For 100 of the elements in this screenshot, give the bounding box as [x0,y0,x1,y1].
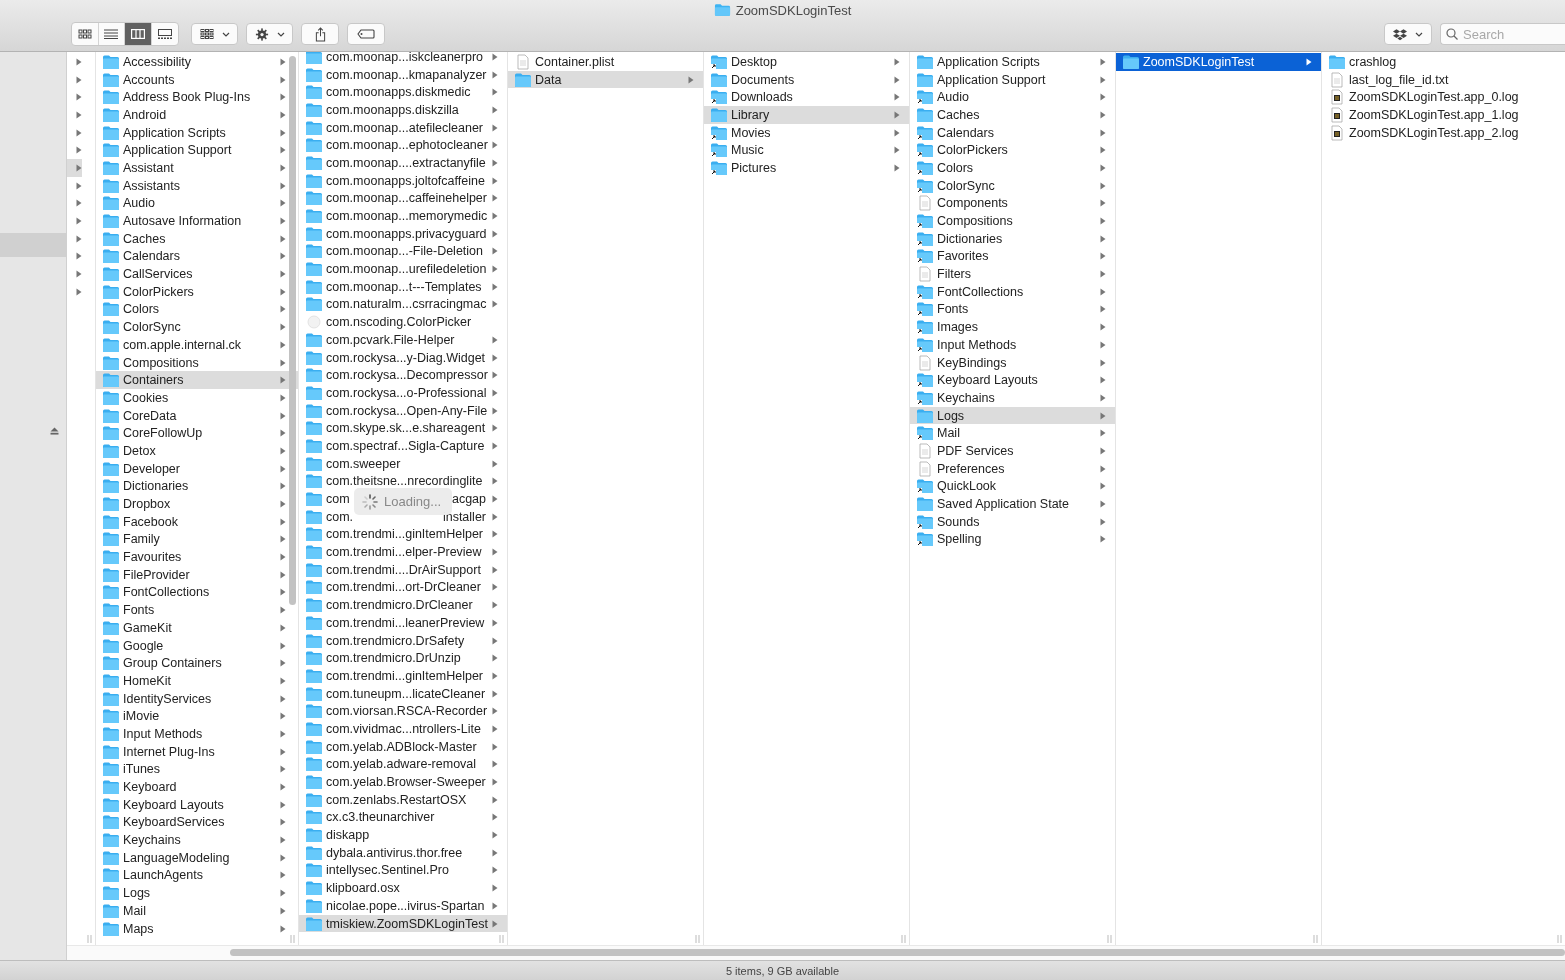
file-row[interactable]: LaunchAgents [96,866,298,885]
file-row[interactable]: Dropbox [96,495,298,513]
file-row[interactable]: Facebook [96,512,298,531]
file-row[interactable]: Caches [910,106,1115,124]
file-row[interactable]: Android [96,106,298,124]
file-row[interactable]: Logs [910,406,1115,425]
file-row[interactable]: Downloads [704,88,909,107]
file-row[interactable]: ZoomSDKLoginTest [1116,53,1321,71]
file-row[interactable]: Sounds [910,512,1115,531]
file-row[interactable]: diskapp [299,826,507,844]
file-row[interactable]: com.trendmi...leanerPreview [299,614,507,632]
column-resize-handle[interactable] [87,935,92,943]
scrollbar[interactable] [230,949,1565,956]
file-row[interactable]: Assistants [96,176,298,195]
file-row[interactable]: GameKit [96,619,298,637]
file-row[interactable]: Documents [704,70,909,89]
file-row[interactable]: Compositions [910,212,1115,230]
file-row[interactable]: com.rockysa...y-Diag.Widget [299,348,507,367]
file-row[interactable]: com.rockysa...o-Professional [299,384,507,402]
file-row[interactable]: CallServices [96,265,298,283]
file-row[interactable]: IdentityServices [96,689,298,708]
file-row[interactable]: cx.c3.theunarchiver [299,808,507,827]
file-row[interactable]: com.moonap...ephotocleaner [299,136,507,155]
file-row[interactable]: com.moonap...kmapanalyzer [299,65,507,84]
file-row[interactable]: Saved Application State [910,495,1115,513]
file-row[interactable]: last_log_file_id.txt [1322,70,1565,89]
file-row[interactable]: Detox [96,442,298,460]
file-row[interactable]: com.moonap...atefilecleaner [299,118,507,137]
file-row[interactable]: Logs [96,884,298,902]
file-row[interactable]: Application Support [96,141,298,160]
file-row[interactable]: com.rockysa...Decompressor [299,366,507,385]
file-row[interactable]: intellysec.Sentinel.Pro [299,861,507,880]
file-row[interactable]: Preferences [910,459,1115,478]
file-row[interactable]: Maps [96,919,298,938]
file-row[interactable]: Colors [910,159,1115,177]
disclosure-row[interactable] [67,159,82,177]
file-row[interactable]: Dictionaries [96,477,298,496]
file-row[interactable]: Calendars [910,123,1115,142]
file-row[interactable]: com.theitsne...nrecordinglite [299,472,507,491]
file-row[interactable]: Group Containers [96,654,298,673]
file-row[interactable]: Mail [910,424,1115,443]
file-row[interactable]: CoreData [96,406,298,425]
column-resize-handle[interactable] [1557,935,1562,943]
file-row[interactable]: com.moonap....extractanyfile [299,154,507,172]
file-row[interactable]: Address Book Plug-Ins [96,88,298,107]
file-row[interactable]: com.trendmicro.DrCleaner [299,596,507,614]
file-row[interactable]: Dictionaries [910,229,1115,248]
file-row[interactable]: Assistant [96,159,298,177]
file-row[interactable]: com.spectraf...Sigla-Capture [299,437,507,455]
file-row[interactable]: Keychains [96,831,298,849]
file-row[interactable]: com.yelab.ADBlock-Master [299,737,507,756]
file-row[interactable]: Application Support [910,70,1115,89]
file-row[interactable]: ColorSync [96,318,298,336]
file-row[interactable]: com.moonap...-File-Deletion [299,242,507,261]
file-row[interactable]: com.moonapps.diskzilla [299,101,507,119]
file-row[interactable]: com.trendmicro.DrSafety [299,631,507,650]
file-row[interactable]: QuickLook [910,477,1115,496]
file-row[interactable]: Compositions [96,353,298,372]
file-row[interactable]: Keychains [910,389,1115,407]
file-row[interactable]: Spelling [910,530,1115,549]
file-row[interactable]: CoreFollowUp [96,424,298,443]
search-field[interactable]: Search [1440,23,1565,45]
file-row[interactable]: com.nscoding.ColorPicker [299,313,507,331]
file-row[interactable]: com.moonap...iskcleanerpro [299,52,507,66]
file-row[interactable]: com.moonap...urefiledeletion [299,260,507,278]
file-row[interactable]: Mail [96,902,298,920]
file-row[interactable]: com.trendmi...elper-Preview [299,543,507,561]
file-row[interactable]: FileProvider [96,565,298,584]
dropbox-button[interactable] [1384,23,1432,45]
file-row[interactable]: ColorPickers [96,282,298,301]
file-row[interactable]: ZoomSDKLoginTest.app_1.log [1322,106,1565,124]
file-row[interactable]: com.moonapps.joltofcaffeine [299,171,507,190]
file-row[interactable]: Pictures [704,159,909,177]
file-row[interactable]: crashlog [1322,53,1565,71]
file-row[interactable]: FontCollections [910,282,1115,301]
file-row[interactable]: com.pcvark.File-Helper [299,331,507,349]
eject-icon[interactable] [50,427,59,435]
file-row[interactable]: com.viorsan.RSCA-Recorder [299,702,507,721]
file-row[interactable]: iTunes [96,760,298,779]
settings-button[interactable] [246,23,293,45]
file-row[interactable]: HomeKit [96,672,298,690]
file-row[interactable]: Input Methods [96,725,298,743]
file-row[interactable]: com.moonap...memorymedic [299,207,507,225]
file-row[interactable]: com.apple.internal.ck [96,336,298,354]
file-row[interactable]: Application Scripts [96,123,298,142]
file-row[interactable]: Music [704,141,909,160]
file-row[interactable]: Accessibility [96,53,298,71]
file-row[interactable]: com.yelab.Browser-Sweeper [299,773,507,791]
file-row[interactable]: ZoomSDKLoginTest.app_2.log [1322,123,1565,142]
file-row[interactable]: com.moonap...t---Templates [299,277,507,296]
file-row[interactable]: Filters [910,265,1115,283]
file-row[interactable]: KeyBindings [910,353,1115,372]
file-row[interactable]: Google [96,636,298,655]
file-row[interactable]: com.trendmi....DrAirSupport [299,560,507,579]
file-row[interactable]: tmiskiew.ZoomSDKLoginTest [299,914,507,933]
file-row[interactable]: com.sweeper [299,454,507,473]
file-row[interactable]: nicolae.pope...ivirus-Spartan [299,897,507,915]
file-row[interactable]: Movies [704,123,909,142]
group-button[interactable] [191,23,238,45]
tag-button[interactable] [347,23,385,45]
